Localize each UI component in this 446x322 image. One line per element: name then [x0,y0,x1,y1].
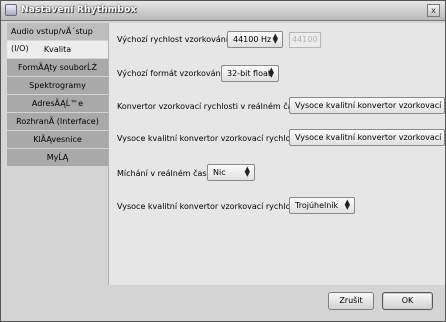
sidebar-item-audio-io[interactable]: Audio vstup/vÃ´stup (I/O) [7,23,108,53]
spin-arrows-icon: ▲ ▼ [244,165,250,178]
realtime-dither-combo[interactable]: Nic ▲ ▼ [207,164,255,181]
hq-dither-combo[interactable]: Trojúhelník ▲ ▼ [289,197,355,214]
hq-converter-combo[interactable]: Vysoce kvalitní konvertor vzorkovací ryc… [289,129,445,146]
hq-converter-value: Vysoce kvalitní konvertor vzorkovací ryc… [295,133,444,142]
title-bar[interactable]: Nastavení Rhythmbox x [1,1,445,21]
sidebar-item-interface[interactable]: RozhranÃ­ (Interface) [7,113,108,130]
sample-rate-value: 44100 Hz [233,35,272,44]
window-title: Nastavení Rhythmbox [21,5,137,15]
sidebar-item-file-formats[interactable]: FormÃĄty souborĹŻ [7,59,108,76]
spin-arrows-icon: ▲ ▼ [272,32,278,45]
hq-dither-label: Vysoce kvalitní konvertor vzorkovací ryc… [117,202,303,211]
sidebar-item-spectrograms[interactable]: Spektrogramy [7,77,108,94]
close-icon[interactable]: x [427,4,440,17]
ok-button[interactable]: OK [382,292,433,310]
realtime-dither-value: Nic [213,168,226,177]
realtime-converter-value: Vysoce kvalitní konvertor vzorkovací ryc… [295,101,444,110]
hq-dither-value: Trojúhelník [295,201,339,210]
spin-arrows-icon: ▲ ▼ [344,198,350,211]
sidebar-item-directories[interactable]: AdresÃĄĹ™e [7,95,108,112]
preferences-window: Nastavení Rhythmbox x Audio vstup/vÃ´stu… [0,0,446,322]
app-icon [5,4,17,16]
sample-format-value: 32-bit float [227,69,272,78]
cancel-button[interactable]: Zrušit [328,292,374,310]
hq-converter-label: Vysoce kvalitní konvertor vzorkovací ryc… [117,134,303,143]
sample-format-combo[interactable]: 32-bit float ▲ ▼ [221,65,279,82]
realtime-converter-label: Konvertor vzorkovací rychlosti v reálném… [117,102,305,111]
sidebar-item-keyboard[interactable]: KlÃĄvesnice [7,131,108,148]
realtime-converter-combo[interactable]: Vysoce kvalitní konvertor vzorkovací ryc… [289,97,445,114]
sample-format-label: Výchozí formát vzorkování: [117,69,226,78]
sidebar-item-mouse[interactable]: MyĹĄ [7,149,108,166]
category-list: Audio vstup/vÃ´stup (I/O) Kvalita FormÃĄ… [7,23,108,166]
realtime-dither-label: Míchání v reálném čase [117,169,212,178]
spin-arrows-icon: ▲ ▼ [268,66,274,79]
sample-rate-custom-field[interactable]: 44100 [289,32,321,48]
sample-rate-label: Výchozí rychlost vzorkování: [117,35,231,44]
settings-panel: Výchozí rychlost vzorkování: 44100 Hz ▲ ▼… [108,23,445,285]
sample-rate-combo[interactable]: 44100 Hz ▲ ▼ [227,31,283,48]
